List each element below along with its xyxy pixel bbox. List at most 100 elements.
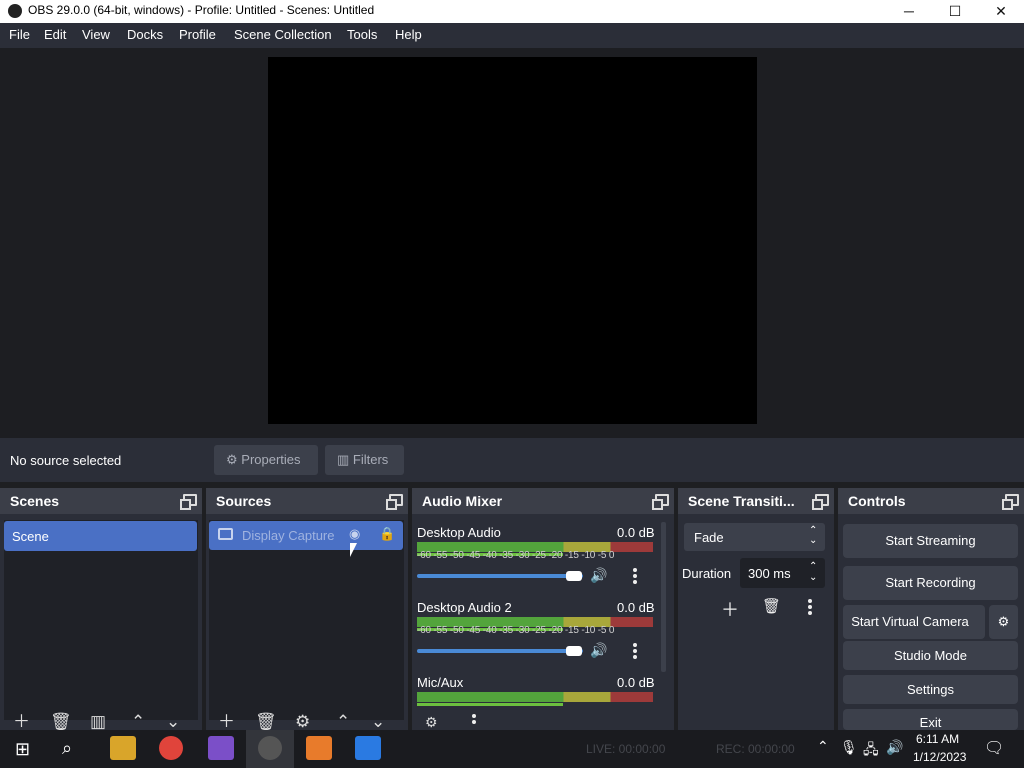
volume-meter-peak — [417, 703, 563, 706]
windows-start-icon[interactable]: ⊞ — [15, 739, 30, 760]
spin-arrows-icon[interactable]: ⌃ ⌄ — [809, 561, 817, 583]
add-transition-icon[interactable]: ＋ — [721, 596, 739, 622]
scene-transitions-title: Scene Transiti... — [678, 488, 834, 514]
volume-slider[interactable] — [417, 574, 583, 578]
lock-icon[interactable]: 🔒 — [379, 526, 395, 542]
menu-scene-collection[interactable]: Scene Collection — [234, 27, 332, 42]
menu-help[interactable]: Help — [395, 27, 422, 42]
channel-db: 0.0 dB — [617, 600, 655, 615]
volume-slider[interactable] — [417, 649, 583, 653]
rec-status: REC: 00:00:00 — [716, 742, 795, 756]
menu-view[interactable]: View — [82, 27, 110, 42]
visibility-icon[interactable]: ◉ — [349, 526, 360, 542]
menu-file[interactable]: File — [9, 27, 30, 42]
float-dock-icon[interactable] — [652, 494, 669, 510]
close-button[interactable]: ✕ — [978, 0, 1024, 23]
no-source-label: No source selected — [10, 453, 122, 468]
minimize-button[interactable]: ─ — [886, 0, 932, 23]
sources-list — [209, 520, 404, 720]
menu-bar: File Edit View Docks Profile Scene Colle… — [0, 23, 1024, 48]
duration-spinbox[interactable]: 300 ms ⌃ ⌄ — [740, 558, 825, 588]
obs-taskbar-icon[interactable] — [258, 736, 282, 760]
source-properties-icon[interactable]: ⚙ — [295, 713, 310, 730]
microphone-icon[interactable]: 🎙 — [840, 739, 858, 756]
channel-db: 0.0 dB — [617, 675, 655, 690]
window-title: OBS 29.0.0 (64-bit, windows) - Profile: … — [28, 3, 375, 17]
start-virtual-camera-button[interactable]: Start Virtual Camera — [843, 605, 985, 639]
scenes-title: Scenes — [0, 488, 202, 514]
transition-menu-icon[interactable] — [808, 599, 812, 615]
maximize-button[interactable]: ☐ — [932, 0, 978, 23]
remove-source-icon[interactable]: 🗑 — [255, 713, 277, 730]
search-icon[interactable]: ⌕ — [62, 738, 72, 759]
menu-docks[interactable]: Docks — [127, 27, 163, 42]
scenes-dock: Scenes Scene — [0, 488, 202, 730]
float-dock-icon[interactable] — [812, 494, 829, 510]
virtual-camera-settings-icon[interactable]: ⚙ — [989, 605, 1018, 639]
chrome-icon[interactable] — [159, 736, 183, 760]
visual-studio-icon[interactable] — [208, 736, 234, 760]
source-item[interactable]: Display Capture ◉ 🔒 — [209, 521, 403, 550]
filters-label: Filters — [352, 452, 389, 467]
channel-name: Mic/Aux — [417, 675, 464, 690]
float-dock-icon[interactable] — [386, 494, 403, 510]
sources-dock: Sources Display Capture ◉ 🔒 — [206, 488, 408, 730]
advanced-audio-gear-icon[interactable]: ⚙ — [425, 714, 438, 731]
channel-name: Desktop Audio 2 — [417, 600, 512, 615]
network-icon[interactable]: 🖧 — [863, 739, 879, 763]
move-source-down-icon[interactable]: ⌄ — [371, 713, 385, 730]
filter-icon: ▥ — [337, 452, 350, 467]
volume-icon[interactable]: 🔊 — [886, 739, 903, 756]
file-explorer-icon[interactable] — [110, 736, 136, 760]
chevron-up-icon[interactable]: ⌃ — [817, 738, 829, 755]
start-streaming-button[interactable]: Start Streaming — [843, 524, 1018, 558]
volume-slider-handle[interactable] — [566, 571, 582, 581]
clock-time[interactable]: 6:11 AM — [916, 732, 959, 746]
settings-button[interactable]: Settings — [843, 675, 1018, 704]
filters-button[interactable]: ▥ Filters — [325, 445, 404, 475]
meter-scale: -60 -55 -50 -45 -40 -35 -30 -25 -20 -15 … — [417, 625, 615, 636]
channel-menu-icon[interactable] — [633, 643, 637, 659]
exit-button[interactable]: Exit — [843, 709, 1018, 730]
sources-title: Sources — [206, 488, 408, 514]
transition-select-value: Fade — [694, 530, 724, 545]
properties-label: Properties — [241, 452, 301, 467]
float-dock-icon[interactable] — [1002, 494, 1019, 510]
volume-slider-handle[interactable] — [566, 646, 582, 656]
scene-item-label: Scene — [12, 529, 49, 544]
audio-mixer-title: Audio Mixer — [412, 488, 674, 514]
channel-menu-icon[interactable] — [633, 568, 637, 584]
menu-profile[interactable]: Profile — [179, 27, 216, 42]
context-bar — [0, 438, 1024, 482]
duration-label: Duration — [682, 566, 732, 581]
move-source-up-icon[interactable]: ⌃ — [336, 713, 350, 730]
add-scene-icon[interactable]: ＋ — [13, 713, 30, 730]
speaker-icon[interactable]: 🔊 — [590, 567, 607, 584]
obs-logo-icon — [8, 4, 22, 18]
app-b-icon[interactable] — [355, 736, 381, 760]
move-scene-down-icon[interactable]: ⌄ — [166, 713, 180, 730]
mixer-scrollbar[interactable] — [661, 522, 666, 672]
mouse-cursor-icon — [350, 543, 357, 557]
add-source-icon[interactable]: ＋ — [218, 713, 235, 730]
start-recording-button[interactable]: Start Recording — [843, 566, 1018, 600]
remove-scene-icon[interactable]: 🗑 — [50, 713, 72, 730]
window-titlebar: OBS 29.0.0 (64-bit, windows) - Profile: … — [0, 0, 1024, 23]
transition-select[interactable]: Fade ⌃ ⌄ — [684, 523, 825, 551]
clock-date[interactable]: 1/12/2023 — [913, 750, 966, 764]
scene-filters-icon[interactable]: ▥ — [90, 713, 106, 730]
preview-canvas[interactable] — [268, 57, 757, 424]
remove-transition-icon[interactable]: 🗑 — [762, 597, 781, 615]
notifications-icon[interactable]: 🗨 — [984, 738, 1004, 758]
store-icon[interactable] — [306, 736, 332, 760]
studio-mode-button[interactable]: Studio Mode — [843, 641, 1018, 670]
menu-tools[interactable]: Tools — [347, 27, 377, 42]
properties-button[interactable]: ⚙ Properties — [214, 445, 318, 475]
speaker-icon[interactable]: 🔊 — [590, 642, 607, 659]
move-scene-up-icon[interactable]: ⌃ — [131, 713, 145, 730]
windows-taskbar: ⊞ ⌕ LIVE: 00:00:00 REC: 00:00:00 ⌃ 🎙 🖧 🔊… — [0, 730, 1024, 768]
scene-item[interactable]: Scene — [4, 521, 197, 551]
menu-edit[interactable]: Edit — [44, 27, 66, 42]
float-dock-icon[interactable] — [180, 494, 197, 510]
mixer-menu-icon[interactable] — [472, 714, 476, 728]
